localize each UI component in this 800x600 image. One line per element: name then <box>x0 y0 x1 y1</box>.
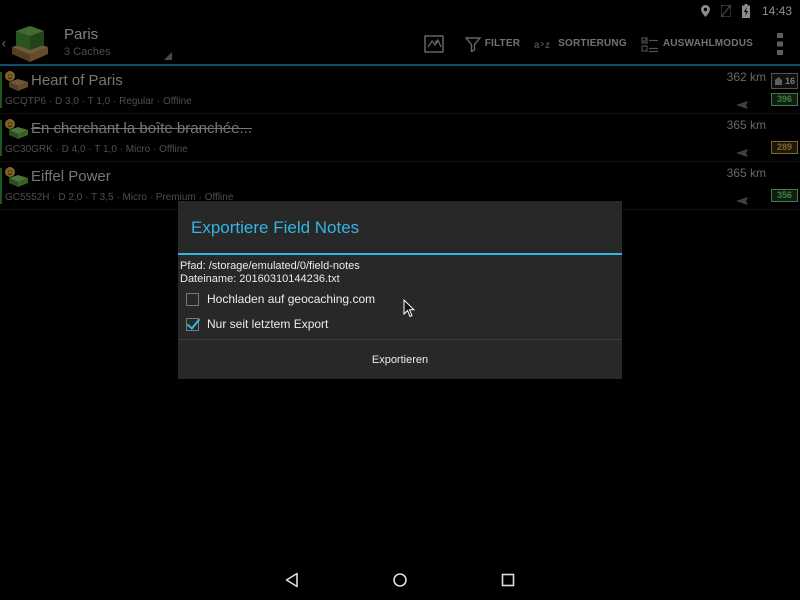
export-field-notes-dialog: Exportiere Field Notes Pfad: /storage/em… <box>178 201 622 379</box>
export-filename: Dateiname: 20160310144236.txt <box>180 273 340 285</box>
checkbox-checked[interactable] <box>186 317 199 331</box>
back-icon[interactable] <box>282 570 302 590</box>
upload-geocaching-checkbox[interactable]: Hochladen auf geocaching.com <box>186 289 375 309</box>
mouse-cursor-icon <box>403 298 416 318</box>
dialog-title-divider <box>178 253 622 255</box>
checkbox-label: Hochladen auf geocaching.com <box>207 292 376 306</box>
recents-icon[interactable] <box>498 570 518 590</box>
navigation-bar <box>0 560 800 600</box>
export-path-info: Pfad: /storage/emulated/0/field-notes Da… <box>180 260 360 286</box>
dialog-title: Exportiere Field Notes <box>191 218 360 237</box>
export-path: Pfad: /storage/emulated/0/field-notes <box>180 260 360 272</box>
home-icon[interactable] <box>390 570 410 590</box>
checkbox-unchecked[interactable] <box>186 292 199 306</box>
checkbox-label: Nur seit letztem Export <box>207 317 329 331</box>
since-last-export-checkbox[interactable]: Nur seit letztem Export <box>186 314 328 334</box>
export-button[interactable]: Exportieren <box>178 340 622 379</box>
